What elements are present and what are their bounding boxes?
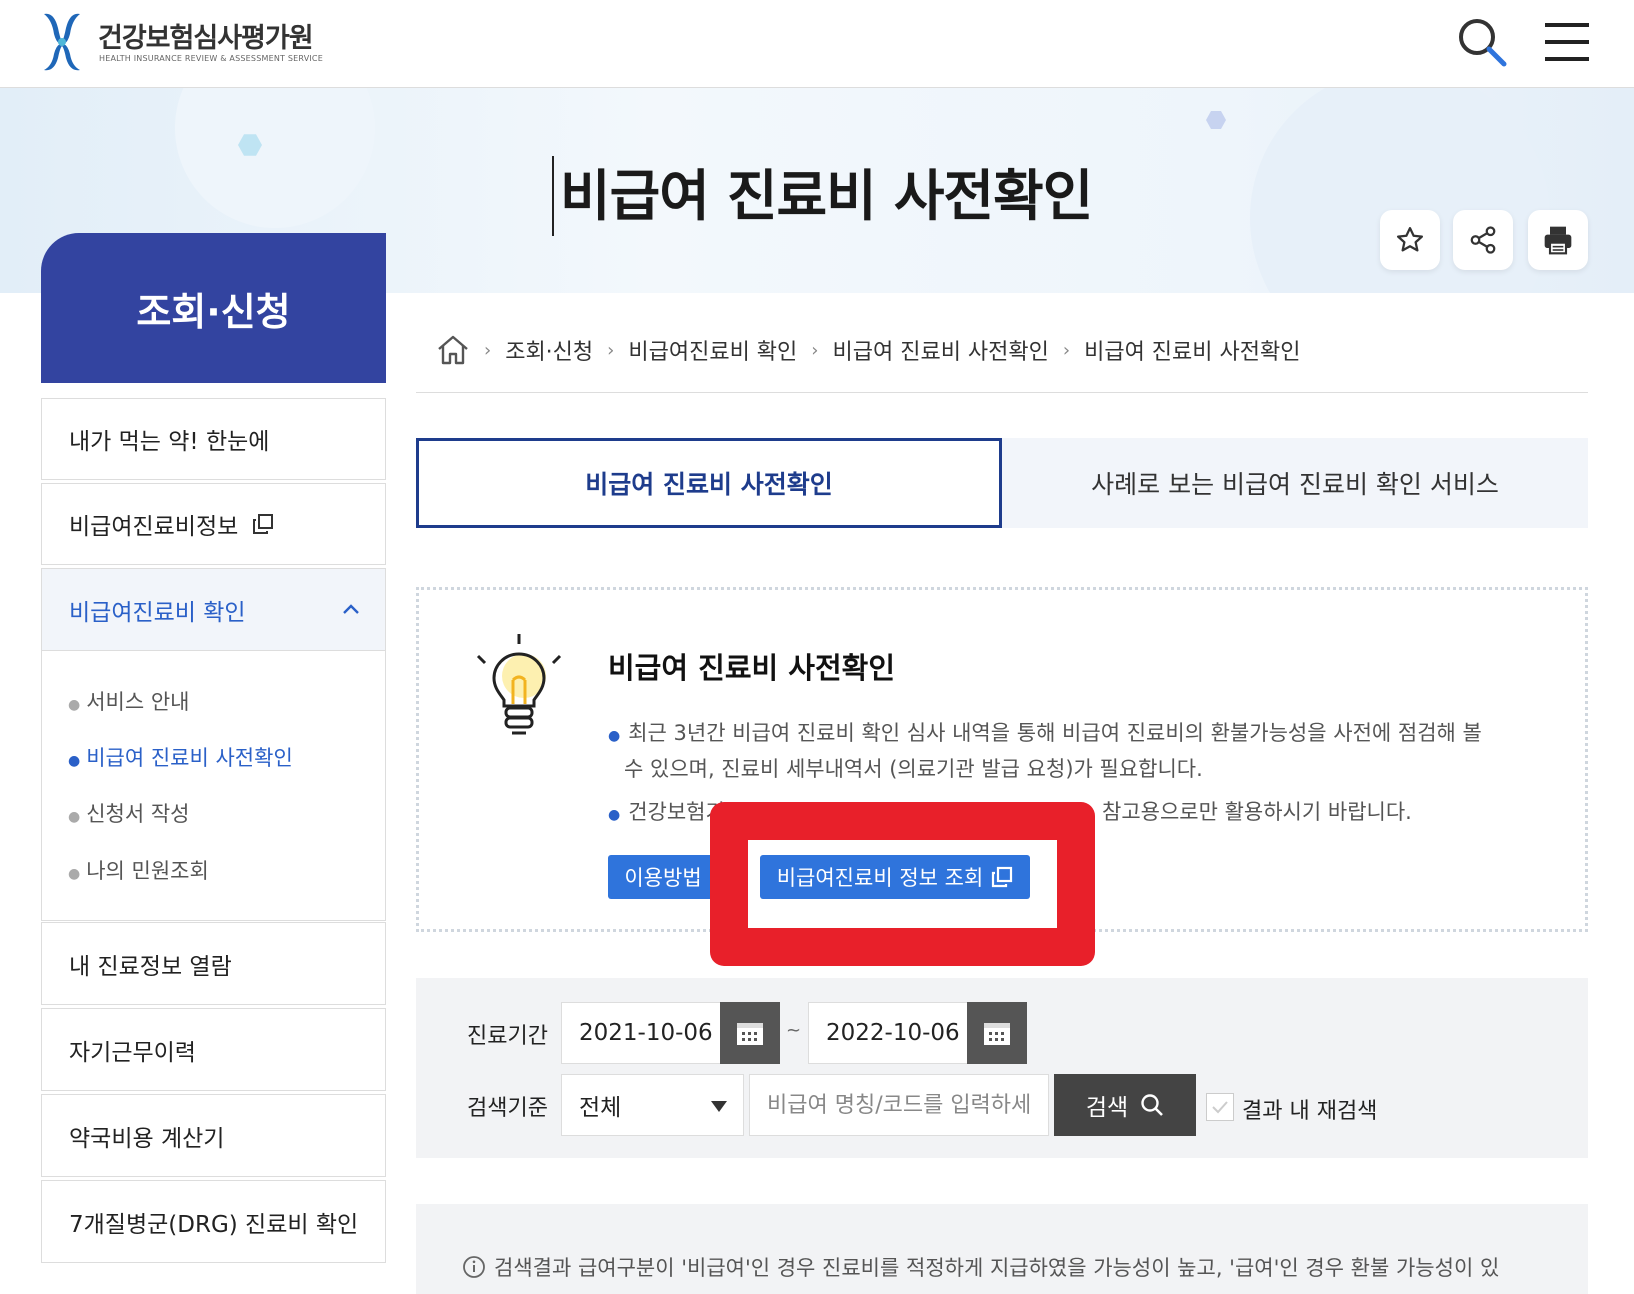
- breadcrumb-item-current: 비급여 진료비 사전확인: [1084, 340, 1301, 365]
- star-icon: [1397, 227, 1423, 252]
- criteria-select[interactable]: 전체: [561, 1074, 744, 1136]
- search-icon: [1141, 1094, 1164, 1116]
- criteria-label: 검색기준: [467, 1096, 548, 1121]
- info-title: 비급여 진료비 사전확인: [608, 651, 895, 685]
- bookmark-button[interactable]: [1380, 210, 1440, 270]
- lightbulb-icon: [476, 634, 562, 735]
- sidebar-item-noncovered-info[interactable]: 비급여진료비정보: [41, 483, 386, 565]
- sidebar-item-label: 자기근무이력: [69, 1039, 196, 1066]
- sidebar-item-my-medicine[interactable]: 내가 먹는 약! 한눈에: [41, 398, 386, 480]
- sidebar-item-label: 7개질병군(DRG) 진료비 확인: [69, 1211, 359, 1238]
- criteria-value: 전체: [579, 1095, 622, 1121]
- home-icon[interactable]: [436, 334, 470, 366]
- period-label: 진료기간: [467, 1024, 548, 1049]
- red-annotation-box: [710, 802, 1095, 966]
- dropdown-arrow-icon: [711, 1101, 727, 1112]
- date-range-separator: ~: [786, 1020, 802, 1041]
- print-button[interactable]: [1528, 210, 1588, 270]
- chevron-right-icon: ›: [1062, 339, 1071, 361]
- sidebar-item-pharmacy-calculator[interactable]: 약국비용 계산기: [41, 1094, 386, 1177]
- calendar-button[interactable]: [720, 1002, 780, 1064]
- chevron-up-icon: [343, 604, 359, 614]
- recheck-checkbox[interactable]: [1206, 1093, 1234, 1121]
- submenu-item-application[interactable]: ● 신청서 작성: [68, 798, 190, 828]
- sidebar-item-work-history[interactable]: 자기근무이력: [41, 1008, 386, 1091]
- bullet-icon: ●: [68, 866, 81, 882]
- submenu-item-my-inquiry[interactable]: ● 나의 민원조회: [68, 855, 209, 885]
- breadcrumb-item[interactable]: 비급여진료비 확인: [628, 334, 797, 366]
- chevron-right-icon: ›: [811, 339, 819, 361]
- checkmark-icon: [1212, 1101, 1228, 1114]
- sidebar-item-medical-records[interactable]: 내 진료정보 열람: [41, 922, 386, 1005]
- submenu-item-service-guide[interactable]: ● 서비스 안내: [68, 686, 190, 716]
- tab-precheck[interactable]: 비급여 진료비 사전확인: [416, 438, 1002, 528]
- sidebar-item-label: 비급여진료비 확인: [69, 599, 246, 626]
- recheck-label[interactable]: 결과 내 재검색: [1242, 1093, 1377, 1125]
- notice-text-content: 검색결과 급여구분이 '비급여'인 경우 진료비를 적정하게 지급하였을 가능성…: [494, 1256, 1500, 1280]
- sidebar-item-drg-check[interactable]: 7개질병군(DRG) 진료비 확인: [41, 1180, 386, 1263]
- submenu-item-precheck[interactable]: ● 비급여 진료비 사전확인: [68, 742, 293, 772]
- submenu-item-label: 서비스 안내: [86, 690, 190, 714]
- sidebar-item-label: 내 진료정보 열람: [69, 953, 232, 980]
- bullet-icon: ●: [608, 807, 621, 823]
- divider: [416, 392, 1588, 393]
- bullet-icon: ●: [68, 809, 81, 825]
- sidebar-item-label: 비급여진료비정보: [69, 514, 239, 540]
- sidebar-item-label: 약국비용 계산기: [69, 1125, 225, 1152]
- sidebar-item-noncovered-check[interactable]: 비급여진료비 확인: [41, 568, 386, 651]
- share-button[interactable]: [1453, 210, 1513, 270]
- submenu-item-label: 비급여 진료비 사전확인: [86, 746, 293, 770]
- org-name-en: HEALTH INSURANCE REVIEW & ASSESSMENT SER…: [99, 54, 323, 63]
- calendar-icon: [984, 1023, 1010, 1045]
- info-text: ● 건강보험기: [608, 794, 725, 833]
- external-link-icon: [253, 514, 274, 534]
- info-icon: [463, 1256, 485, 1278]
- calendar-icon: [737, 1023, 763, 1045]
- bullet-icon: ●: [68, 697, 81, 713]
- usage-guide-button[interactable]: 이용방법: [608, 855, 718, 899]
- sidebar-submenu: ● 서비스 안내 ● 비급여 진료비 사전확인 ● 신청서 작성 ● 나의 민원조회: [41, 651, 386, 921]
- site-header: 건강보험심사평가원 HEALTH INSURANCE REVIEW & ASSE…: [0, 0, 1634, 88]
- tab-case-examples[interactable]: 사례로 보는 비급여 진료비 확인 서비스: [1002, 438, 1588, 528]
- submenu-item-label: 나의 민원조회: [86, 859, 209, 883]
- button-label: 검색: [1085, 1095, 1129, 1121]
- breadcrumb-item[interactable]: 조회·신청: [505, 334, 593, 366]
- print-icon: [1544, 226, 1572, 255]
- org-name[interactable]: 건강보험심사평가원: [98, 16, 314, 55]
- page-title: 비급여 진료비 사전확인: [552, 156, 1093, 236]
- bullet-icon: ●: [68, 753, 81, 769]
- search-button[interactable]: 검색: [1054, 1074, 1196, 1136]
- search-icon[interactable]: [1456, 16, 1508, 68]
- info-text: ● 최근 3년간 비급여 진료비 확인 심사 내역을 통해 비급여 진료비의 환불…: [608, 715, 1482, 754]
- info-text-line: 최근 3년간 비급여 진료비 확인 심사 내역을 통해 비급여 진료비의 환불가…: [628, 721, 1482, 745]
- sidebar-item-label: 내가 먹는 약! 한눈에: [69, 429, 270, 455]
- submenu-item-label: 신청서 작성: [86, 802, 190, 826]
- decor-circle: [175, 88, 375, 228]
- chevron-right-icon: ›: [607, 339, 615, 361]
- keyword-input[interactable]: [749, 1074, 1049, 1136]
- info-text: 수 있으며, 진료비 세부내역서 (의료기관 발급 요청)가 필요합니다.: [624, 757, 1203, 781]
- share-icon: [1470, 226, 1496, 254]
- date-to-input[interactable]: 2022-10-06: [808, 1002, 968, 1064]
- hamburger-menu-icon[interactable]: [1543, 20, 1591, 64]
- breadcrumb-item[interactable]: 비급여 진료비 사전확인: [833, 334, 1049, 366]
- bullet-icon: ●: [608, 728, 621, 744]
- calendar-button[interactable]: [967, 1002, 1027, 1064]
- info-text: 참고용으로만 활용하시기 바랍니다.: [1102, 800, 1412, 824]
- hexagon-decor-icon: [1206, 111, 1226, 129]
- notice-text: 검색결과 급여구분이 '비급여'인 경우 진료비를 적정하게 지급하였을 가능성…: [462, 1252, 1499, 1282]
- chevron-right-icon: ›: [484, 339, 492, 361]
- date-from-input[interactable]: 2021-10-06: [561, 1002, 721, 1064]
- breadcrumb: › 조회·신청 › 비급여진료비 확인 › 비급여 진료비 사전확인 › 비급여…: [436, 332, 1300, 368]
- logo-icon[interactable]: [40, 10, 84, 74]
- sidebar-heading: 조회·신청: [41, 233, 386, 383]
